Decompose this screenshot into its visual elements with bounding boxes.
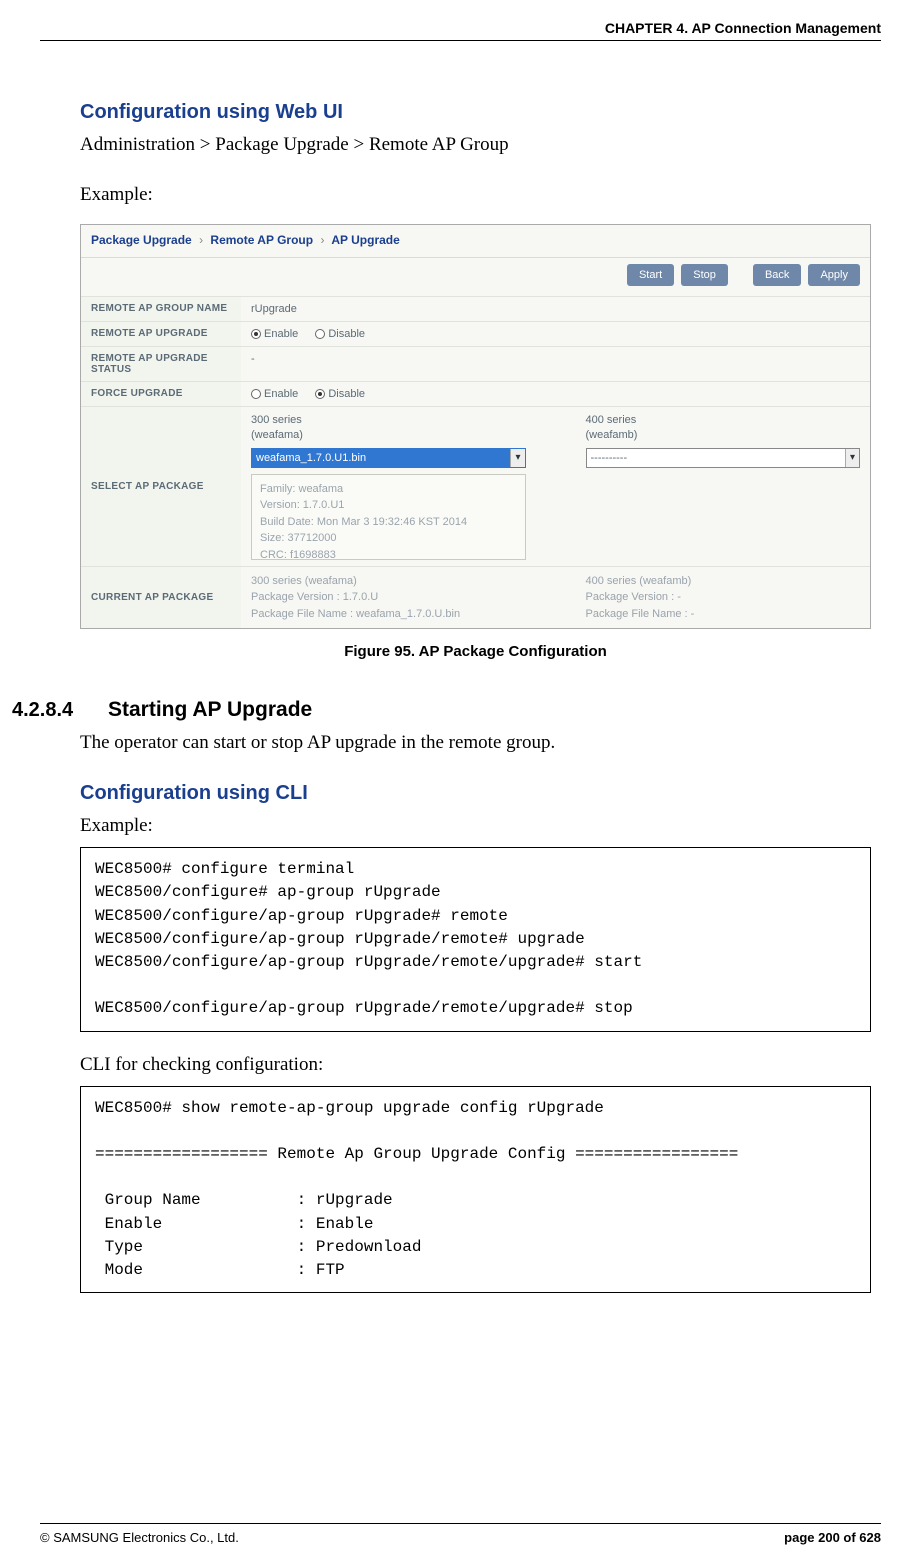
row-label: REMOTE AP GROUP NAME (81, 297, 241, 322)
chevron-right-icon: › (316, 233, 328, 247)
screenshot-toolbar: Start Stop Back Apply (81, 258, 870, 296)
row-label: REMOTE AP UPGRADE (81, 322, 241, 347)
row-label: REMOTE AP UPGRADE STATUS (81, 347, 241, 382)
example-label: Example: (80, 815, 871, 837)
crumb-c: AP Upgrade (331, 233, 399, 247)
crumb-a: Package Upgrade (91, 233, 192, 247)
cli-code-block: WEC8500# configure terminal WEC8500/conf… (80, 847, 871, 1031)
radio-icon (251, 329, 261, 339)
example-label: Example: (80, 184, 871, 206)
section-number: 4.2.8.4 (12, 699, 108, 722)
stop-button[interactable]: Stop (681, 264, 728, 286)
chapter-header: CHAPTER 4. AP Connection Management (40, 20, 881, 41)
radio-label: Disable (328, 388, 365, 400)
start-button[interactable]: Start (627, 264, 674, 286)
chevron-down-icon: ▾ (510, 449, 524, 467)
crumb-b: Remote AP Group (210, 233, 313, 247)
screenshot-panel: Package Upgrade › Remote AP Group › AP U… (80, 224, 871, 629)
radio-icon (251, 389, 261, 399)
package-info-300: Family: weafama Version: 1.7.0.U1 Build … (251, 474, 526, 560)
cli-check-label: CLI for checking configuration: (80, 1054, 871, 1076)
breadcrumb-path: Administration > Package Upgrade > Remot… (80, 134, 871, 156)
package-select-300[interactable]: weafama_1.7.0.U1.bin ▾ (251, 448, 526, 468)
section-title: Starting AP Upgrade (108, 698, 312, 722)
row-label: CURRENT AP PACKAGE (81, 566, 241, 628)
section-heading-webui: Configuration using Web UI (80, 101, 871, 124)
radio-label: Disable (328, 328, 365, 340)
radio-icon (315, 389, 325, 399)
radio-label: Enable (264, 328, 298, 340)
radio-enable[interactable]: Enable (251, 328, 298, 340)
current-package-400: 400 series (weafamb) Package Version : -… (586, 573, 861, 623)
back-button[interactable]: Back (753, 264, 801, 286)
section-description: The operator can start or stop AP upgrad… (80, 732, 871, 754)
config-table: REMOTE AP GROUP NAME rUpgrade REMOTE AP … (81, 296, 870, 628)
copyright: © SAMSUNG Electronics Co., Ltd. (40, 1530, 239, 1545)
radio-icon (315, 329, 325, 339)
dropdown-value: ---------- (591, 452, 628, 464)
series-300-label: 300 series(weafama) (251, 413, 526, 444)
current-package-300: 300 series (weafama) Package Version : 1… (251, 573, 526, 623)
radio-force-enable[interactable]: Enable (251, 388, 298, 400)
status-value: - (241, 347, 870, 382)
page-number: page 200 of 628 (784, 1530, 881, 1545)
page-footer: © SAMSUNG Electronics Co., Ltd. page 200… (40, 1523, 881, 1545)
screenshot-breadcrumb: Package Upgrade › Remote AP Group › AP U… (81, 225, 870, 258)
group-name-value: rUpgrade (241, 297, 870, 322)
row-label: SELECT AP PACKAGE (81, 407, 241, 567)
chevron-down-icon: ▾ (845, 449, 859, 467)
figure-caption: Figure 95. AP Package Configuration (80, 643, 871, 660)
section-heading-cli: Configuration using CLI (80, 782, 871, 805)
package-select-400[interactable]: ---------- ▾ (586, 448, 861, 468)
dropdown-value: weafama_1.7.0.U1.bin (256, 452, 366, 464)
cli-output-block: WEC8500# show remote-ap-group upgrade co… (80, 1086, 871, 1294)
row-label: FORCE UPGRADE (81, 382, 241, 407)
radio-disable[interactable]: Disable (315, 328, 365, 340)
radio-force-disable[interactable]: Disable (315, 388, 365, 400)
series-400-label: 400 series(weafamb) (586, 413, 861, 444)
apply-button[interactable]: Apply (808, 264, 860, 286)
chevron-right-icon: › (195, 233, 207, 247)
radio-label: Enable (264, 388, 298, 400)
